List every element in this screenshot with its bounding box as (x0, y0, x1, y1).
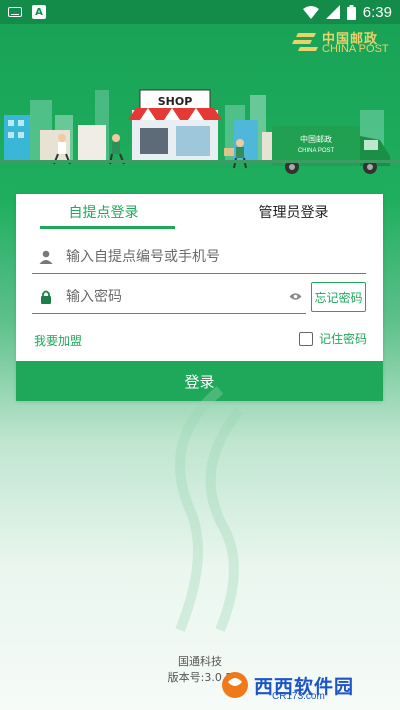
street-illustration: SHOP 中国邮政 CHINA POST (0, 89, 400, 174)
login-card: 自提点登录 管理员登录 忘记密码 我要加盟 记住密码 登录 (16, 194, 383, 401)
join-link[interactable]: 我要加盟 (34, 332, 82, 349)
lock-icon (36, 287, 56, 307)
background-emblem (175, 386, 244, 632)
account-input[interactable] (66, 248, 366, 265)
china-post-logo: 中国邮政 CHINA POST (292, 28, 392, 58)
logo-name-en: CHINA POST (322, 43, 389, 55)
shop-building: SHOP (128, 89, 222, 160)
tab-admin-login[interactable]: 管理员登录 (206, 194, 381, 230)
truck-label-en: CHINA POST (298, 148, 335, 154)
china-post-emblem-icon (292, 33, 318, 51)
status-bar: A 6:39 (0, 0, 400, 24)
account-field (32, 240, 366, 274)
user-icon (36, 247, 56, 267)
shop-sign-text: SHOP (158, 95, 193, 108)
forgot-password-button[interactable]: 忘记密码 (311, 282, 366, 312)
active-tab-indicator (40, 226, 175, 229)
remember-password-label: 记住密码 (319, 332, 368, 346)
show-password-eye-icon[interactable] (286, 288, 304, 306)
remember-password-checkbox[interactable] (299, 331, 313, 346)
street-line (0, 160, 400, 163)
app-notification-icon: A (32, 5, 46, 19)
keyboard-icon (8, 7, 22, 17)
tab-self-pickup-login[interactable]: 自提点登录 (16, 194, 191, 230)
signal-icon (325, 5, 340, 19)
watermark-sub: CR173.com (272, 691, 325, 702)
password-input[interactable] (66, 288, 286, 305)
wifi-icon (302, 5, 319, 19)
status-time: 6:39 (362, 3, 392, 21)
watermark: 西西软件园 CR173.com (220, 666, 388, 704)
battery-icon (346, 4, 356, 20)
password-field (32, 280, 306, 314)
watermark-logo-icon (222, 672, 248, 698)
truck-label-cn: 中国邮政 (300, 134, 332, 144)
remember-password-toggle[interactable]: 记住密码 (299, 330, 367, 347)
